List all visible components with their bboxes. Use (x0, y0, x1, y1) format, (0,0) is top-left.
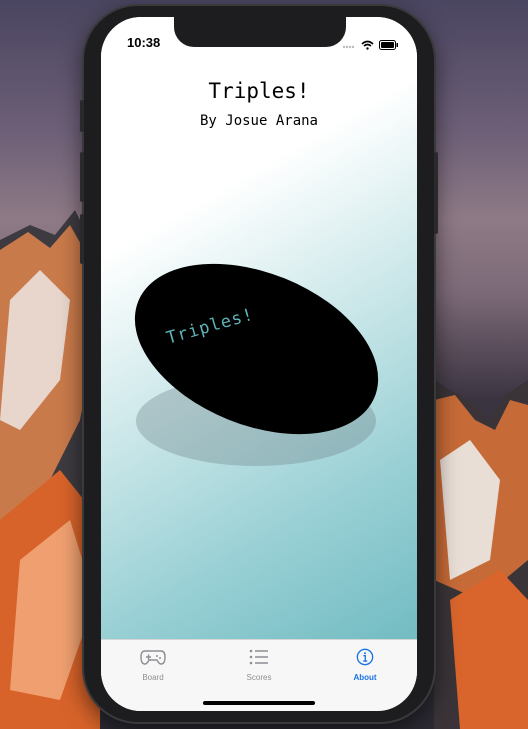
notch (174, 17, 346, 47)
tab-about[interactable]: About (325, 648, 405, 682)
status-icons (342, 37, 399, 55)
gamepad-icon (140, 650, 166, 670)
status-time: 10:38 (127, 35, 161, 50)
signal-icon (342, 37, 356, 55)
page-title: Triples! (208, 79, 310, 103)
tab-scores[interactable]: Scores (219, 648, 299, 682)
info-icon (355, 648, 375, 670)
phone-screen: Triples! By Josue Arana Triples! 10:38 B… (101, 17, 417, 711)
about-view: Triples! By Josue Arana Triples! (101, 17, 417, 639)
author-subtitle: By Josue Arana (199, 113, 318, 129)
volume-down-button (80, 214, 84, 264)
tab-scores-label: Scores (246, 673, 272, 682)
wifi-icon (361, 37, 374, 55)
mute-switch (80, 100, 84, 132)
power-button (434, 152, 438, 234)
list-icon (248, 649, 270, 670)
tab-board-label: Board (142, 673, 164, 682)
home-indicator[interactable] (203, 701, 315, 705)
volume-up-button (80, 152, 84, 202)
phone-frame: Triples! By Josue Arana Triples! 10:38 B… (80, 6, 438, 722)
tab-about-label: About (353, 673, 377, 682)
tab-board[interactable]: Board (113, 648, 193, 682)
battery-icon (379, 37, 399, 55)
